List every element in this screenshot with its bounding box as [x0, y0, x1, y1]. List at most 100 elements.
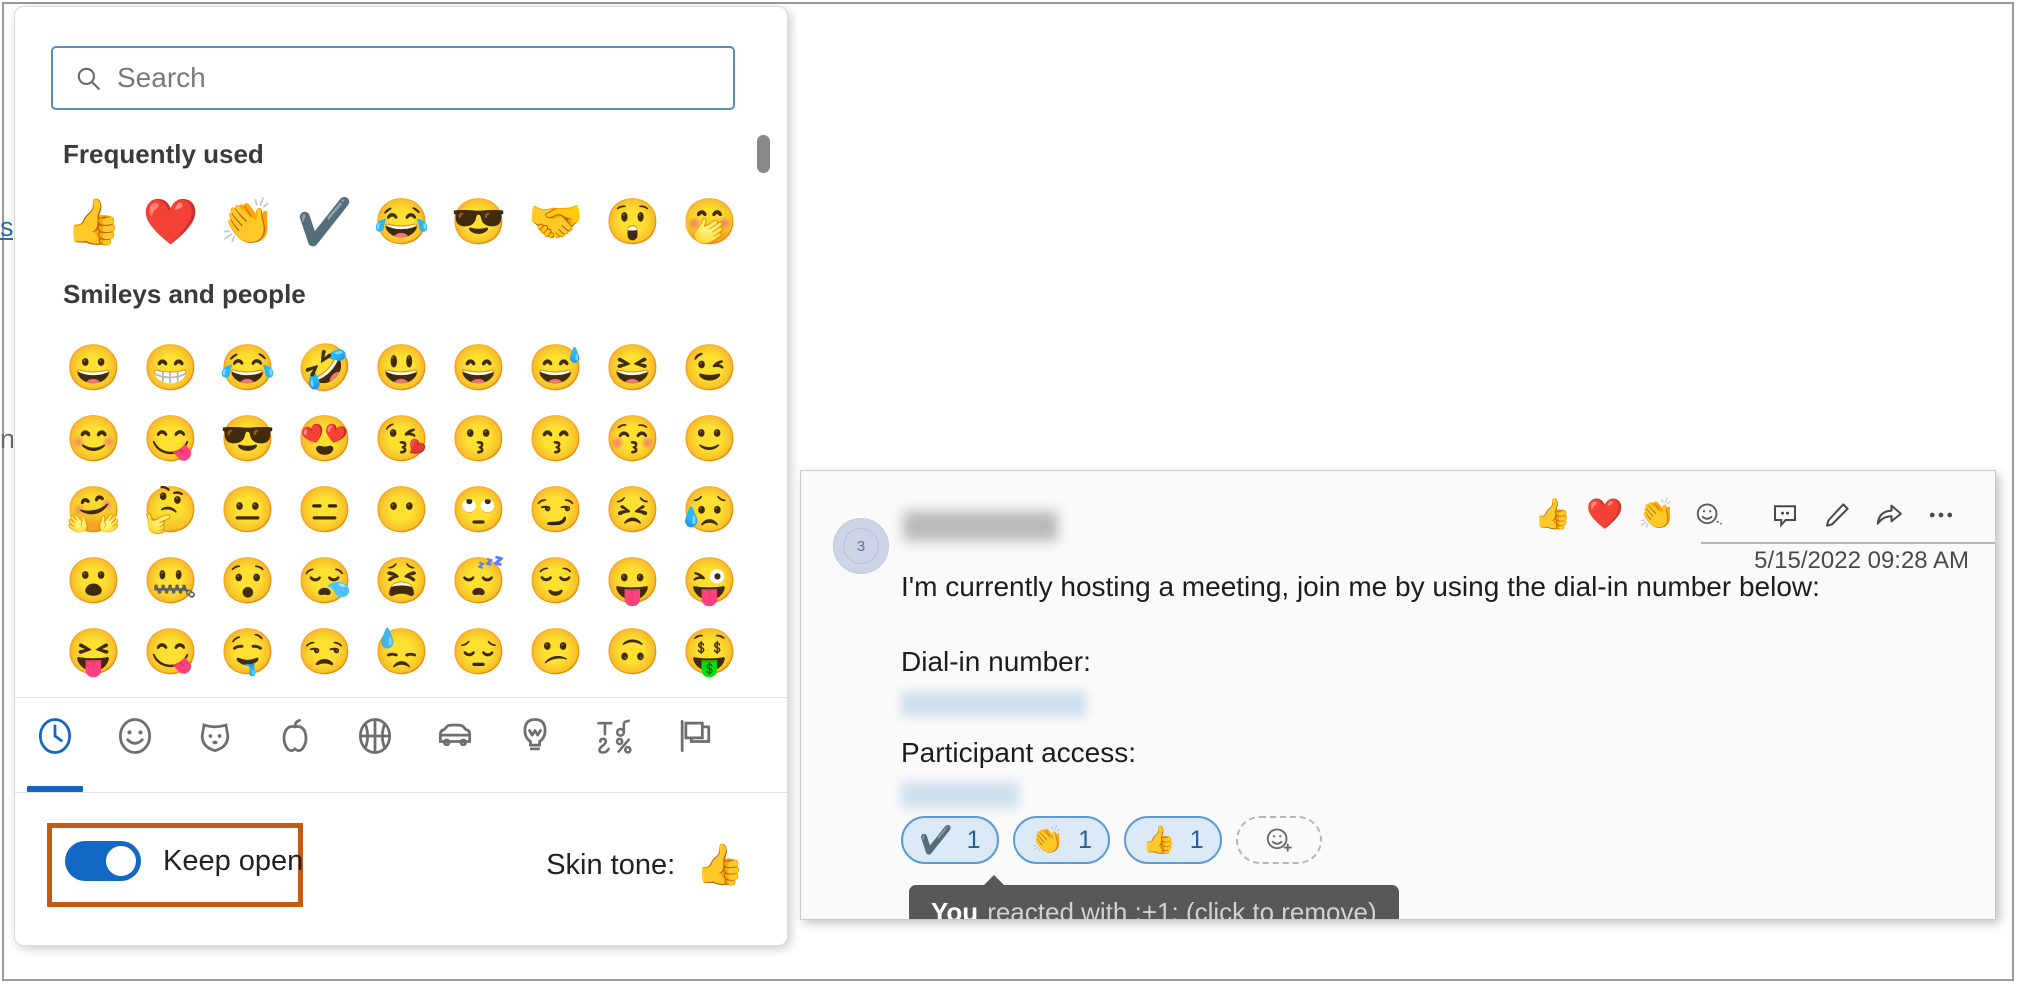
- emoji-button[interactable]: 😪: [286, 545, 363, 616]
- emoji-button[interactable]: 🤑: [671, 616, 748, 687]
- sender-name-redacted: [903, 511, 1058, 541]
- emoji-button[interactable]: 😂: [363, 186, 440, 257]
- keep-open-toggle[interactable]: [65, 841, 141, 881]
- emoji-button[interactable]: 😄: [440, 332, 517, 403]
- emoji-button[interactable]: ❤️: [132, 186, 209, 257]
- emoji-button[interactable]: 😂: [209, 332, 286, 403]
- emoji-picker-button[interactable]: [1683, 493, 1735, 537]
- emoji-button[interactable]: 🤐: [132, 545, 209, 616]
- emoji-button[interactable]: 😗: [440, 403, 517, 474]
- avatar[interactable]: 3: [833, 518, 889, 574]
- skin-tone-selector[interactable]: 👍: [695, 845, 745, 885]
- add-reaction-button[interactable]: [1235, 816, 1322, 864]
- tab-flags[interactable]: [655, 708, 735, 794]
- emoji-button[interactable]: 😁: [132, 332, 209, 403]
- emoji-button[interactable]: 👏: [209, 186, 286, 257]
- emoji-button[interactable]: 🤝: [517, 186, 594, 257]
- emoji-button[interactable]: 🤤: [209, 616, 286, 687]
- emoji-button[interactable]: 😐: [209, 474, 286, 545]
- emoji-button[interactable]: 😍: [286, 403, 363, 474]
- search-input[interactable]: [117, 58, 717, 98]
- emoji-button[interactable]: 😚: [594, 403, 671, 474]
- scrollbar-thumb[interactable]: [757, 135, 770, 173]
- emoji-button[interactable]: 😎: [209, 403, 286, 474]
- tab-activity[interactable]: [335, 708, 415, 794]
- reaction-pill-clap[interactable]: 👏 1: [1012, 816, 1111, 864]
- tab-objects[interactable]: [495, 708, 575, 794]
- emoji-button[interactable]: 😴: [440, 545, 517, 616]
- more-options-button[interactable]: [1915, 493, 1967, 537]
- emoji-button[interactable]: 😑: [286, 474, 363, 545]
- tooltip-text: reacted with :+1: (click to remove): [987, 897, 1377, 920]
- emoji-button[interactable]: 😫: [363, 545, 440, 616]
- emoji-button[interactable]: 😥: [671, 474, 748, 545]
- emoji-button[interactable]: 😋: [132, 616, 209, 687]
- emoji-button[interactable]: 🙄: [440, 474, 517, 545]
- emoji-button[interactable]: 😶: [363, 474, 440, 545]
- emoji-row: 😝 😋 🤤 😒 😓 😔 😕 🙃 🤑: [55, 616, 755, 687]
- emoji-button[interactable]: 😉: [671, 332, 748, 403]
- emoji-button[interactable]: 😕: [517, 616, 594, 687]
- emoji-button[interactable]: 😔: [440, 616, 517, 687]
- tooltip-subject: You: [931, 897, 979, 920]
- background-link-fragment[interactable]: s: [0, 212, 13, 243]
- reaction-count: 1: [1189, 825, 1204, 854]
- emoji-button[interactable]: 😒: [286, 616, 363, 687]
- emoji-button[interactable]: 😀: [55, 332, 132, 403]
- tab-recent[interactable]: [15, 708, 95, 794]
- symbols-icon: [593, 708, 637, 764]
- forward-button[interactable]: [1863, 493, 1915, 537]
- emoji-button[interactable]: 😛: [594, 545, 671, 616]
- check-icon: ✔️: [919, 824, 953, 855]
- emoji-button[interactable]: 🤭: [671, 186, 748, 257]
- tab-animals[interactable]: [175, 708, 255, 794]
- emoji-button[interactable]: 😅: [517, 332, 594, 403]
- emoji-button[interactable]: 😋: [132, 403, 209, 474]
- emoji-button[interactable]: 😆: [594, 332, 671, 403]
- emoji-button[interactable]: 😓: [363, 616, 440, 687]
- emoji-button[interactable]: 👍: [55, 186, 132, 257]
- emoji-button[interactable]: 😣: [594, 474, 671, 545]
- emoji-button[interactable]: 🙃: [594, 616, 671, 687]
- react-heart-button[interactable]: ❤️: [1579, 493, 1631, 537]
- clap-icon: 👏: [1030, 824, 1065, 855]
- tab-travel[interactable]: [415, 708, 495, 794]
- emoji-button[interactable]: 😝: [55, 616, 132, 687]
- react-thumbsup-button[interactable]: 👍: [1527, 493, 1579, 537]
- emoji-button[interactable]: 😘: [363, 403, 440, 474]
- reaction-pill-thumbsup[interactable]: 👍 1: [1124, 816, 1222, 864]
- clap-icon: 👏: [1638, 498, 1676, 531]
- tab-smileys[interactable]: [95, 708, 175, 794]
- emoji-button[interactable]: 😌: [517, 545, 594, 616]
- participant-access-value-redacted: [901, 781, 1019, 808]
- emoji-button[interactable]: ✔️: [286, 186, 363, 257]
- emoji-button[interactable]: 😎: [440, 186, 517, 257]
- emoji-button[interactable]: 😲: [594, 186, 671, 257]
- emoji-button[interactable]: 😃: [363, 332, 440, 403]
- screenshot-root: s n Frequently used 👍 ❤️ 👏 ✔️ 😂 😎: [0, 0, 2018, 985]
- emoji-scrollbar[interactable]: [755, 125, 770, 695]
- emoji-button[interactable]: 🙂: [671, 403, 748, 474]
- emoji-button[interactable]: 😜: [671, 545, 748, 616]
- emoji-button[interactable]: 🤣: [286, 332, 363, 403]
- skin-tone-control[interactable]: Skin tone: 👍: [546, 845, 745, 885]
- tab-symbols[interactable]: [575, 708, 655, 794]
- emoji-button[interactable]: 😏: [517, 474, 594, 545]
- emoji-button[interactable]: 😊: [55, 403, 132, 474]
- reaction-pill-check[interactable]: ✔️ 1: [901, 816, 999, 864]
- emoji-search-box[interactable]: [51, 46, 735, 110]
- tab-food[interactable]: [255, 708, 335, 794]
- keep-open-control[interactable]: Keep open: [65, 841, 303, 881]
- heart-icon: ❤️: [1586, 498, 1624, 531]
- emoji-button[interactable]: 🤗: [55, 474, 132, 545]
- lightbulb-icon: [513, 708, 557, 764]
- comment-button[interactable]: [1759, 493, 1811, 537]
- edit-button[interactable]: [1811, 493, 1863, 537]
- emoji-button[interactable]: 😯: [209, 545, 286, 616]
- emoji-button[interactable]: 🤔: [132, 474, 209, 545]
- emoji-scroll-region[interactable]: Frequently used 👍 ❤️ 👏 ✔️ 😂 😎 🤝 😲 🤭 Smil…: [15, 125, 787, 695]
- react-clap-button[interactable]: 👏: [1631, 493, 1683, 537]
- emoji-button[interactable]: 😮: [55, 545, 132, 616]
- emoji-button[interactable]: 😙: [517, 403, 594, 474]
